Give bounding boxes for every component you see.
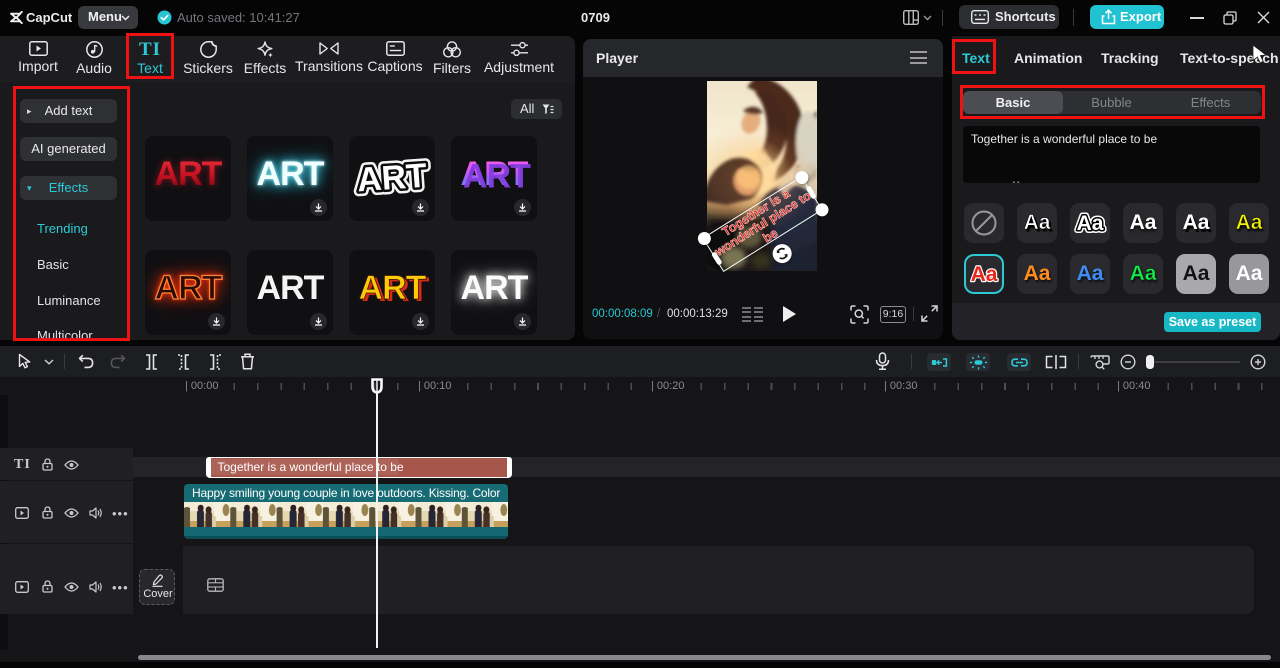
- svg-text:Aa: Aa: [971, 263, 998, 286]
- svg-text:Aa: Aa: [1077, 212, 1104, 235]
- svg-text:ART: ART: [356, 157, 429, 200]
